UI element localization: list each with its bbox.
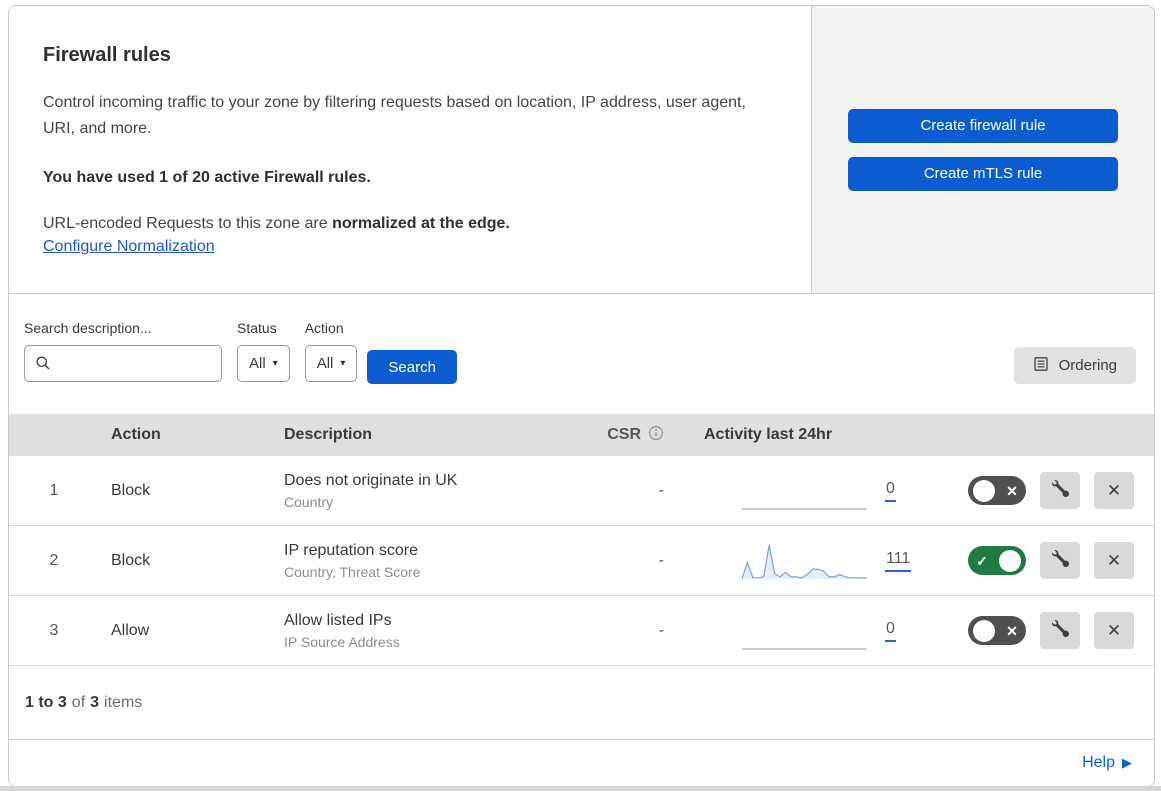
- pagination-total: 3: [90, 693, 100, 711]
- search-description-label: Search description...: [24, 320, 152, 336]
- rule-fields: Country, Threat Score: [284, 563, 421, 580]
- search-icon: [35, 355, 51, 376]
- pagination-range: 1 to 3: [25, 693, 67, 711]
- action-filter-label: Action: [304, 320, 344, 336]
- column-header-activity: Activity last 24hr: [704, 426, 833, 443]
- action-filter-select[interactable]: All ▾: [304, 345, 358, 382]
- delete-rule-button[interactable]: ✕: [1094, 542, 1134, 579]
- help-link[interactable]: Help ▶: [1082, 754, 1132, 772]
- info-icon[interactable]: [648, 425, 664, 446]
- toggle-state-icon: ✕: [1006, 622, 1018, 639]
- normalization-text: URL-encoded Requests to this zone are no…: [43, 214, 510, 232]
- toggle-state-icon: ✓: [976, 552, 988, 569]
- toggle-state-icon: ✕: [1006, 482, 1018, 499]
- configure-normalization-link[interactable]: Configure Normalization: [43, 238, 215, 255]
- search-button[interactable]: Search: [367, 350, 457, 384]
- rule-action: Allow: [111, 621, 150, 639]
- table-row: 3 Allow Allow listed IPs IP Source Addre…: [9, 596, 1154, 666]
- rule-enabled-toggle[interactable]: ✕: [968, 476, 1026, 505]
- rule-enabled-toggle[interactable]: ✓: [968, 546, 1026, 575]
- ordering-button[interactable]: Ordering: [1013, 347, 1136, 384]
- wrench-icon: [1051, 479, 1069, 502]
- ordering-list-icon: [1033, 356, 1049, 376]
- chevron-right-icon: ▶: [1122, 755, 1132, 770]
- wrench-icon: [1051, 619, 1069, 642]
- pagination-summary: 1 to 3 of 3 items: [9, 666, 1154, 740]
- edit-rule-button[interactable]: [1040, 472, 1080, 509]
- rule-number: 2: [49, 551, 59, 569]
- delete-rule-button[interactable]: ✕: [1094, 612, 1134, 649]
- column-header-action: Action: [111, 426, 161, 443]
- toggle-knob: [999, 549, 1021, 572]
- chevron-down-icon: ▾: [272, 357, 278, 369]
- edit-rule-button[interactable]: [1040, 612, 1080, 649]
- activity-sparkline: [742, 508, 867, 509]
- table-row: 1 Block Does not originate in UK Country…: [9, 456, 1154, 526]
- activity-count-link[interactable]: 111: [885, 550, 912, 572]
- usage-summary: You have used 1 of 20 active Firewall ru…: [43, 168, 371, 186]
- rule-number: 1: [49, 481, 59, 499]
- chevron-down-icon: ▾: [340, 357, 346, 369]
- edit-rule-button[interactable]: [1040, 542, 1080, 579]
- page-title: Firewall rules: [43, 44, 171, 66]
- activity-count-link[interactable]: 0: [885, 480, 896, 502]
- filter-bar: Search description... Status All ▾ Actio…: [9, 294, 1154, 414]
- search-input[interactable]: [24, 345, 222, 382]
- rule-csr-value: -: [658, 481, 664, 499]
- create-mtls-rule-button[interactable]: Create mTLS rule: [848, 156, 1118, 191]
- rule-fields: IP Source Address: [284, 633, 400, 650]
- activity-count-link[interactable]: 0: [885, 620, 896, 642]
- rule-fields: Country: [284, 493, 334, 510]
- rule-csr-value: -: [658, 621, 664, 639]
- activity-sparkline: [742, 648, 867, 649]
- toggle-knob: [973, 479, 995, 502]
- delete-rule-button[interactable]: ✕: [1094, 472, 1134, 509]
- activity-sparkline-chart: [742, 544, 867, 579]
- table-header-row: Action Description CSR Activity last 24h…: [9, 414, 1154, 456]
- create-firewall-rule-button[interactable]: Create firewall rule: [848, 108, 1118, 143]
- rule-description: Does not originate in UK: [284, 471, 458, 489]
- firewall-rules-card: Firewall rules Control incoming traffic …: [8, 5, 1155, 787]
- rule-csr-value: -: [658, 551, 664, 569]
- close-icon: ✕: [1106, 550, 1122, 570]
- rule-number: 3: [49, 621, 59, 639]
- toggle-knob: [973, 619, 995, 642]
- rule-action: Block: [111, 551, 151, 569]
- header-actions-panel: Create firewall rule Create mTLS rule: [812, 6, 1154, 293]
- table-row: 2 Block IP reputation score Country, Thr…: [9, 526, 1154, 596]
- close-icon: ✕: [1106, 480, 1122, 500]
- wrench-icon: [1051, 549, 1069, 572]
- column-header-csr: CSR: [546, 425, 666, 446]
- status-filter-select[interactable]: All ▾: [237, 345, 290, 382]
- rule-description: IP reputation score: [284, 541, 419, 559]
- page-bottom-edge: [0, 786, 1161, 791]
- rule-action: Block: [111, 481, 151, 499]
- header-section: Firewall rules Control incoming traffic …: [9, 6, 1154, 294]
- rule-enabled-toggle[interactable]: ✕: [968, 616, 1026, 645]
- help-footer: Help ▶: [9, 740, 1154, 786]
- rule-description: Allow listed IPs: [284, 611, 392, 629]
- status-filter-label: Status: [237, 320, 277, 336]
- page-description: Control incoming traffic to your zone by…: [43, 94, 746, 137]
- column-header-description: Description: [284, 426, 373, 443]
- header-text-panel: Firewall rules Control incoming traffic …: [9, 6, 812, 293]
- close-icon: ✕: [1106, 620, 1122, 640]
